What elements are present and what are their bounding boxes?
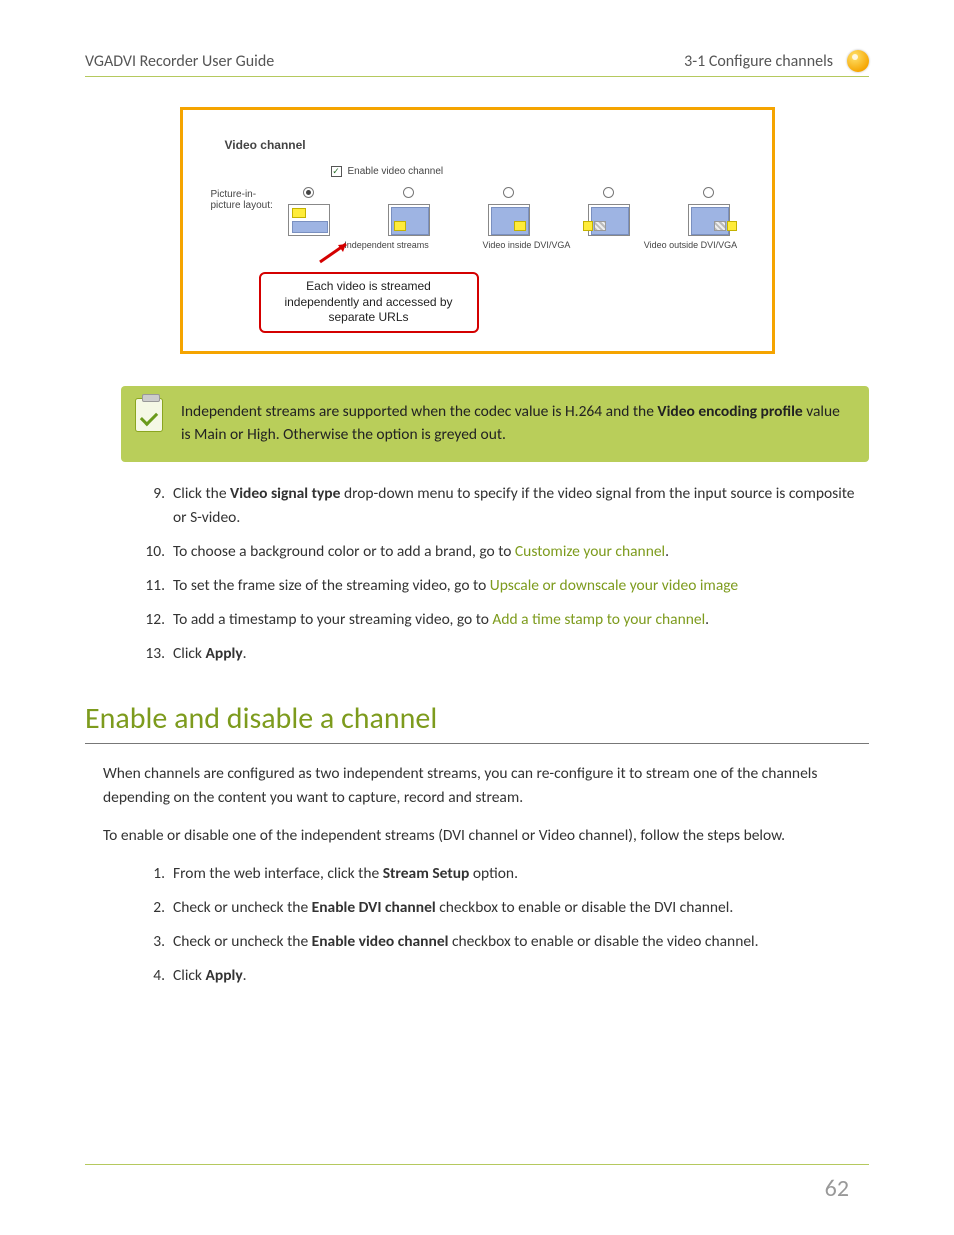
step-12: To add a timestamp to your streaming vid… [173, 608, 869, 632]
substep-4: Click Apply. [173, 964, 869, 988]
enable-video-checkbox[interactable] [331, 166, 342, 177]
pip-thumb-inside-right [488, 204, 530, 236]
steps-list-9-13: Click the Video signal type drop-down me… [135, 482, 869, 666]
pip-radio-outside-left[interactable] [603, 187, 614, 198]
substep-3: Check or uncheck the Enable video channe… [173, 930, 869, 954]
step-11: To set the frame size of the streaming v… [173, 574, 869, 598]
steps-list-1-4: From the web interface, click the Stream… [135, 862, 869, 988]
page-number: 62 [825, 1174, 849, 1203]
note-text-pre: Independent streams are supported when t… [181, 402, 657, 421]
header-left: VGADVI Recorder User Guide [85, 52, 274, 71]
pip-thumb-independent [288, 204, 330, 236]
pip-radio-outside-right[interactable] [703, 187, 714, 198]
pip-thumb-outside-right [688, 204, 730, 236]
brand-logo-icon [847, 50, 869, 72]
pip-radio-independent[interactable] [303, 187, 314, 198]
info-note: Independent streams are supported when t… [121, 386, 869, 463]
paragraph-1: When channels are configured as two inde… [103, 762, 869, 810]
pip-radio-inside-right[interactable] [503, 187, 514, 198]
link-upscale-downscale[interactable]: Upscale or downscale your video image [490, 576, 738, 595]
pip-thumb-inside-left [388, 204, 430, 236]
screenshot-figure: Video channel Enable video channel Pictu… [180, 107, 775, 354]
pip-thumb-outside-left [588, 204, 630, 236]
callout-arrow-icon [316, 244, 744, 262]
pip-layout-options [274, 187, 744, 236]
section-heading: Enable and disable a channel [85, 700, 869, 744]
pip-layout-label: Picture-in-picture layout: [211, 187, 274, 211]
step-10: To choose a background color or to add a… [173, 540, 869, 564]
note-bold: Video encoding profile [657, 402, 802, 421]
substep-2: Check or uncheck the Enable DVI channel … [173, 896, 869, 920]
substep-1: From the web interface, click the Stream… [173, 862, 869, 886]
enable-video-channel-row: Enable video channel [331, 166, 744, 177]
enable-video-label: Enable video channel [348, 166, 444, 177]
step-9: Click the Video signal type drop-down me… [173, 482, 869, 530]
header-right: 3-1 Configure channels [684, 52, 833, 71]
callout-box: Each video is streamed independently and… [259, 272, 479, 333]
page-header: VGADVI Recorder User Guide 3-1 Configure… [85, 50, 869, 77]
clipboard-check-icon [135, 398, 163, 432]
link-add-timestamp[interactable]: Add a time stamp to your channel [492, 610, 705, 629]
pip-radio-inside-left[interactable] [403, 187, 414, 198]
footer-divider [85, 1164, 869, 1165]
figure-title: Video channel [211, 138, 744, 152]
link-customize-channel[interactable]: Customize your channel [515, 542, 665, 561]
paragraph-2: To enable or disable one of the independ… [103, 824, 869, 848]
step-13: Click Apply. [173, 642, 869, 666]
